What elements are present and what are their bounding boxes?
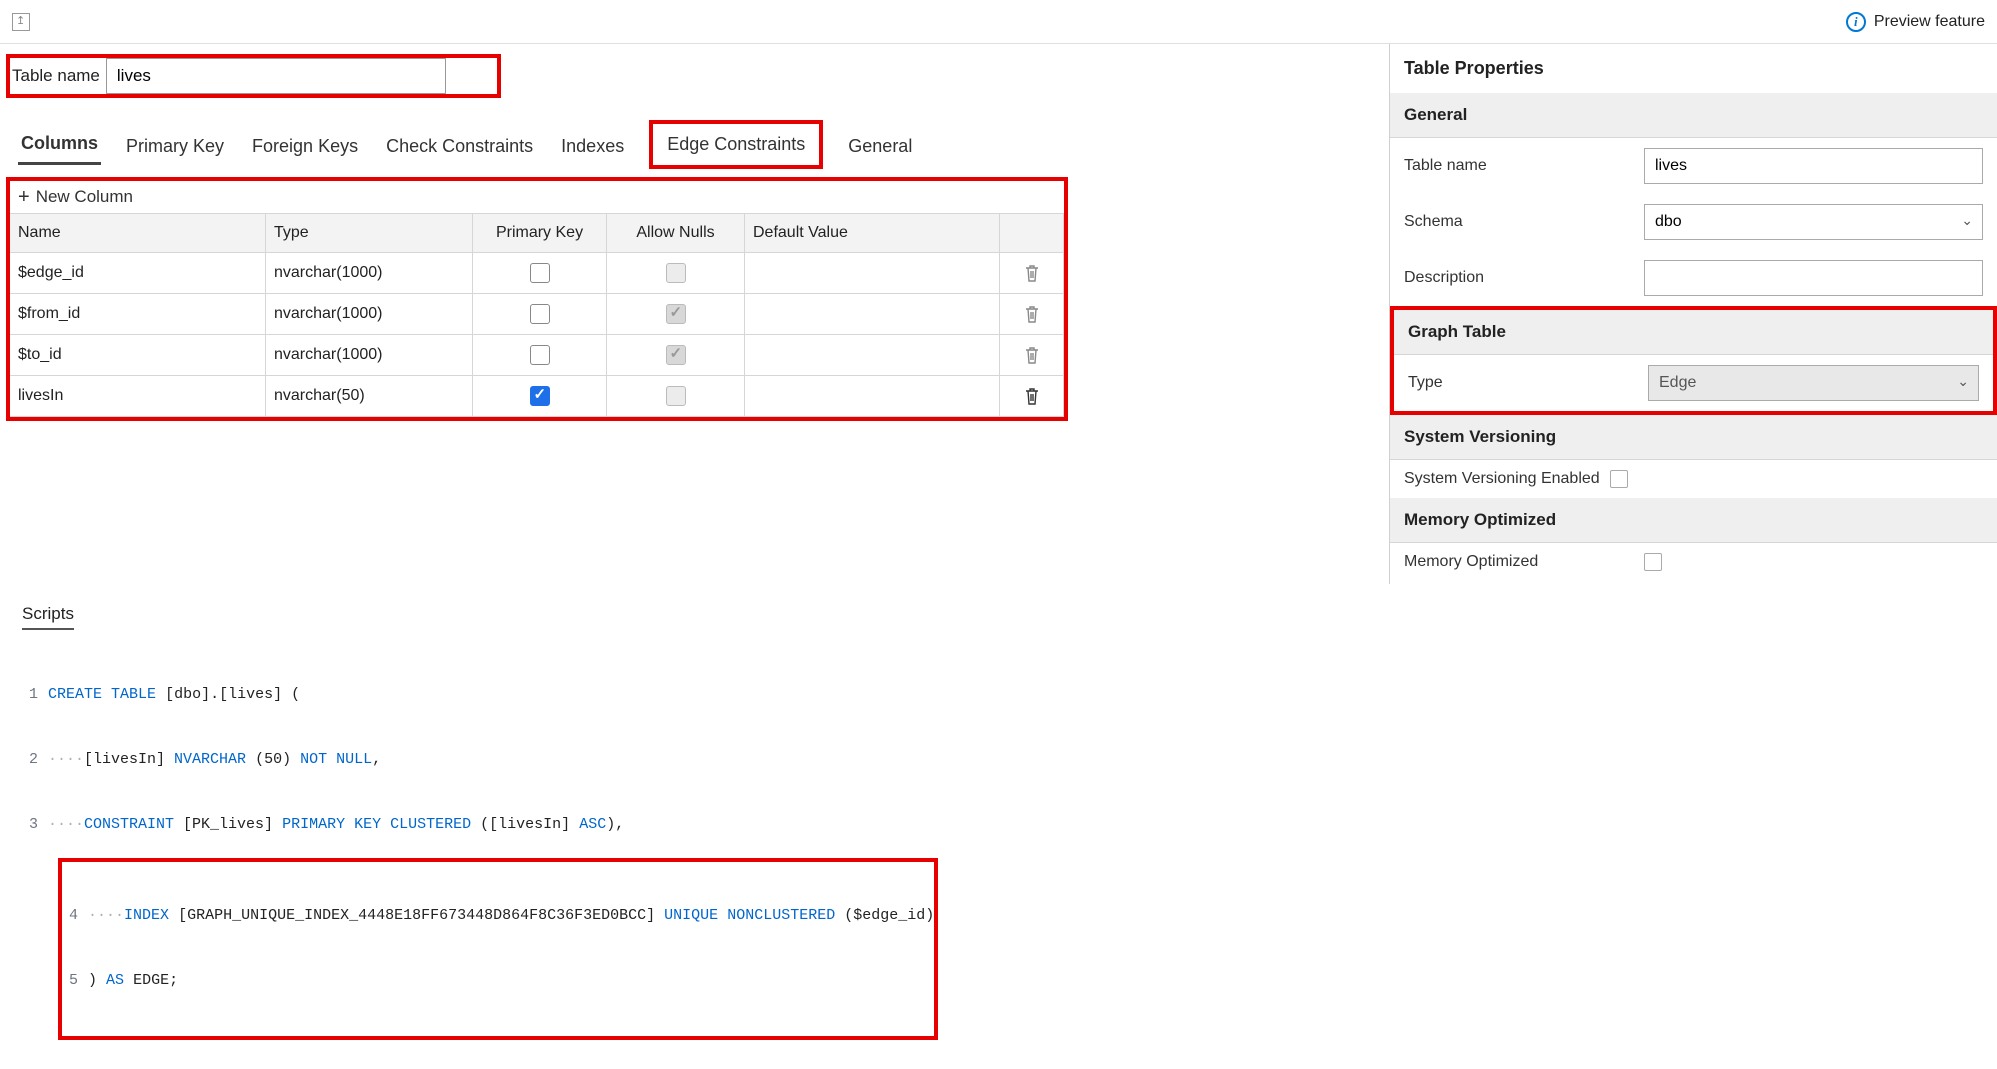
preview-feature[interactable]: i Preview feature — [1846, 12, 1985, 32]
allow-nulls-checkbox — [666, 345, 686, 365]
section-sysver: System Versioning — [1390, 415, 1997, 460]
label-memopt: Memory Optimized — [1404, 553, 1634, 571]
input-graph-type — [1648, 365, 1979, 401]
label-schema: Schema — [1404, 213, 1634, 231]
tab-check-constraints[interactable]: Check Constraints — [383, 130, 536, 165]
label-graph-type: Type — [1408, 374, 1638, 392]
cell-default[interactable] — [745, 335, 1000, 375]
sysver-checkbox[interactable] — [1610, 470, 1628, 488]
cell-name[interactable]: $from_id — [10, 294, 266, 334]
cell-type[interactable]: nvarchar(1000) — [266, 294, 473, 334]
export-icon[interactable] — [12, 13, 30, 31]
tab-foreign-keys[interactable]: Foreign Keys — [249, 130, 361, 165]
properties-pane: Table Properties General Table name Sche… — [1389, 44, 1997, 584]
cell-name[interactable]: $edge_id — [10, 253, 266, 293]
plus-icon: + — [18, 187, 30, 207]
header-pk: Primary Key — [473, 214, 607, 252]
tab-columns[interactable]: Columns — [18, 127, 101, 165]
pk-checkbox[interactable] — [530, 304, 550, 324]
label-table-name: Table name — [1404, 157, 1634, 175]
new-column-button[interactable]: + New Column — [10, 181, 1064, 213]
line-number: 2 — [22, 749, 48, 771]
table-row[interactable]: $to_id nvarchar(1000) — [10, 335, 1064, 376]
header-name: Name — [10, 214, 266, 252]
cell-type[interactable]: nvarchar(1000) — [266, 335, 473, 375]
properties-title: Table Properties — [1390, 44, 1997, 93]
cell-type[interactable]: nvarchar(50) — [266, 376, 473, 416]
label-description: Description — [1404, 269, 1634, 287]
cell-default[interactable] — [745, 294, 1000, 334]
header-actions — [1000, 214, 1064, 252]
tab-edge-constraints[interactable]: Edge Constraints — [649, 120, 823, 169]
graph-table-block: Graph Table Type ⌄ — [1390, 306, 1997, 415]
scripts-panel: Scripts 1CREATE TABLE [dbo].[lives] ( 2·… — [0, 584, 1997, 1069]
cell-name[interactable]: $to_id — [10, 335, 266, 375]
input-schema[interactable] — [1644, 204, 1983, 240]
allow-nulls-checkbox — [666, 386, 686, 406]
delete-icon[interactable] — [1023, 345, 1041, 365]
pk-checkbox[interactable] — [530, 386, 550, 406]
designer-tabs: Columns Primary Key Foreign Keys Check C… — [6, 116, 1389, 165]
pk-checkbox[interactable] — [530, 345, 550, 365]
cell-name[interactable]: livesIn — [10, 376, 266, 416]
new-column-label: New Column — [36, 187, 133, 207]
top-bar: i Preview feature — [0, 0, 1997, 44]
preview-label: Preview feature — [1874, 13, 1985, 31]
line-number: 5 — [62, 970, 88, 992]
allow-nulls-checkbox — [666, 304, 686, 324]
table-row[interactable]: $from_id nvarchar(1000) — [10, 294, 1064, 335]
cell-default[interactable] — [745, 376, 1000, 416]
input-table-name[interactable] — [1644, 148, 1983, 184]
header-type: Type — [266, 214, 473, 252]
cell-type[interactable]: nvarchar(1000) — [266, 253, 473, 293]
delete-icon[interactable] — [1023, 304, 1041, 324]
tab-primary-key[interactable]: Primary Key — [123, 130, 227, 165]
header-nulls: Allow Nulls — [607, 214, 745, 252]
memopt-checkbox[interactable] — [1644, 553, 1662, 571]
header-default: Default Value — [745, 214, 1000, 252]
designer-pane: Table name Columns Primary Key Foreign K… — [0, 44, 1389, 584]
input-description[interactable] — [1644, 260, 1983, 296]
tab-indexes[interactable]: Indexes — [558, 130, 627, 165]
tab-general[interactable]: General — [845, 130, 915, 165]
section-memopt: Memory Optimized — [1390, 498, 1997, 543]
allow-nulls-checkbox — [666, 263, 686, 283]
table-name-input[interactable] — [106, 58, 446, 94]
script-code[interactable]: 1CREATE TABLE [dbo].[lives] ( 2····[live… — [22, 640, 1975, 1061]
line-number: 4 — [62, 905, 88, 927]
cell-default[interactable] — [745, 253, 1000, 293]
columns-header: Name Type Primary Key Allow Nulls Defaul… — [10, 213, 1064, 253]
table-name-group: Table name — [6, 54, 501, 98]
columns-grid: + New Column Name Type Primary Key Allow… — [6, 177, 1068, 421]
table-row[interactable]: $edge_id nvarchar(1000) — [10, 253, 1064, 294]
table-row[interactable]: livesIn nvarchar(50) — [10, 376, 1064, 417]
table-name-label: Table name — [10, 58, 104, 94]
section-graph: Graph Table — [1394, 310, 1993, 355]
delete-icon[interactable] — [1023, 263, 1041, 283]
info-icon: i — [1846, 12, 1866, 32]
line-number: 3 — [22, 814, 48, 836]
label-sysver-enabled: System Versioning Enabled — [1404, 470, 1600, 488]
pk-checkbox[interactable] — [530, 263, 550, 283]
section-general: General — [1390, 93, 1997, 138]
line-number: 1 — [22, 684, 48, 706]
scripts-title: Scripts — [22, 604, 74, 630]
delete-icon[interactable] — [1023, 386, 1041, 406]
